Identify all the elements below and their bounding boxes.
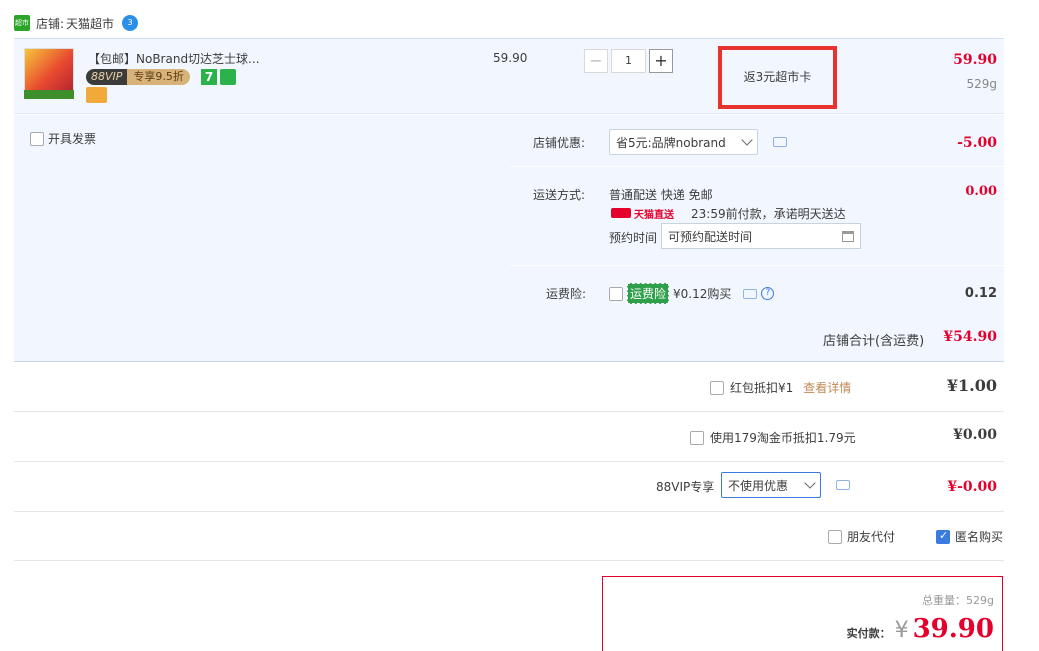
divider xyxy=(14,560,1004,561)
shipping-amount: 0.00 xyxy=(965,184,997,199)
guarantee-icon xyxy=(220,69,236,85)
vip-badge-left: 88VIP xyxy=(86,69,128,85)
vip88-select-value: 不使用优惠 xyxy=(728,478,789,493)
insurance-price: ¥0.12购买 xyxy=(673,287,732,301)
pay-label: 实付款： xyxy=(846,627,891,640)
store-total-label: 店铺合计(含运费) xyxy=(823,334,925,349)
store-total-amount: ¥54.90 xyxy=(943,329,997,345)
pay-amount: 39.90 xyxy=(912,614,994,644)
insurance-option[interactable]: 运费险 ¥0.12购买 ? xyxy=(609,283,775,304)
total-weight: 总重量：529g xyxy=(922,594,994,607)
divider xyxy=(510,265,1004,266)
calendar-icon[interactable] xyxy=(842,230,854,242)
message-icon[interactable] xyxy=(743,288,758,299)
taojinbi-label: 使用179淘金币抵扣1.79元 xyxy=(710,431,856,445)
redpacket-detail-link[interactable]: 查看详情 xyxy=(803,379,851,396)
anonymous-option[interactable]: 匿名购买 xyxy=(936,528,1003,545)
rebate-highlight: 返3元超市卡 xyxy=(718,46,837,109)
store-name[interactable]: 天猫超市 xyxy=(66,15,114,32)
unit-price: 59.90 xyxy=(493,51,528,65)
divider xyxy=(14,411,1004,412)
invoice-checkbox[interactable] xyxy=(30,131,44,146)
store-header: 超市 店铺: 天猫超市 3 xyxy=(14,13,139,33)
invoice-option[interactable]: 开具发票 xyxy=(30,130,96,147)
divider xyxy=(510,166,1004,167)
reserve-time-input[interactable]: 可预约配送时间 xyxy=(661,223,861,249)
shipping-label: 运送方式: xyxy=(533,188,586,202)
qty-minus-button[interactable]: − xyxy=(584,49,608,73)
vip-discount-badge: 88VIP 专享9.5折 xyxy=(86,69,190,85)
reserve-time-label: 预约时间 xyxy=(609,231,658,245)
help-icon[interactable]: ? xyxy=(761,287,775,300)
redpacket-label: 红包抵扣¥1 xyxy=(730,381,794,395)
chevron-down-icon xyxy=(741,134,753,146)
vip-badge-right: 专享9.5折 xyxy=(127,69,190,85)
wangwang-chat-icon[interactable]: 3 xyxy=(122,15,139,31)
shop-discount-select[interactable]: 省5元:品牌nobrand xyxy=(609,129,758,155)
quantity-stepper: − 1 + xyxy=(584,49,673,77)
anonymous-label: 匿名购买 xyxy=(955,530,1004,544)
shipping-method: 普通配送 快递 免邮 xyxy=(609,188,713,202)
tmall-direct-icon xyxy=(611,208,631,218)
qty-plus-button[interactable]: + xyxy=(649,49,673,73)
item-subtotal: 59.90 xyxy=(953,52,997,68)
thumbnail-promo-strip xyxy=(24,90,74,99)
insurance-label: 运费险: xyxy=(546,287,587,301)
taojinbi-amount: ¥0.00 xyxy=(953,427,997,443)
friend-pay-checkbox[interactable] xyxy=(828,529,842,544)
chevron-down-icon xyxy=(804,477,816,489)
currency-symbol: ¥ xyxy=(894,618,909,643)
shop-discount-label: 店铺优惠: xyxy=(533,136,586,150)
seven-day-return-icon: 7 xyxy=(201,69,217,85)
message-icon[interactable] xyxy=(836,480,850,490)
qty-input[interactable]: 1 xyxy=(611,49,646,73)
shop-discount-value: 省5元:品牌nobrand xyxy=(616,135,726,150)
shop-discount-amount: -5.00 xyxy=(957,135,997,151)
redpacket-option[interactable]: 红包抵扣¥1 查看详情 xyxy=(710,379,851,396)
redpacket-checkbox[interactable] xyxy=(710,380,724,395)
taojinbi-option[interactable]: 使用179淘金币抵扣1.79元 xyxy=(690,429,856,446)
invoice-label: 开具发票 xyxy=(48,132,97,146)
insurance-checkbox[interactable] xyxy=(609,286,623,301)
tmall-direct-badge: 天猫直送 xyxy=(611,207,674,221)
taojinbi-checkbox[interactable] xyxy=(690,430,704,445)
reserve-time-placeholder: 可预约配送时间 xyxy=(668,229,753,244)
insurance-amount: 0.12 xyxy=(964,286,997,301)
vip88-label: 88VIP专享 xyxy=(656,480,715,494)
insurance-badge: 运费险 xyxy=(627,283,670,304)
vip88-select[interactable]: 不使用优惠 xyxy=(721,472,821,498)
tmall-direct-label: 天猫直送 xyxy=(634,209,674,221)
product-title[interactable]: 【包邮】NoBrand切达芝士球... xyxy=(88,50,260,67)
friend-pay-option[interactable]: 朋友代付 xyxy=(828,528,895,545)
tmall-supermarket-logo-icon: 超市 xyxy=(14,15,30,31)
divider xyxy=(14,461,1004,462)
item-weight: 529g xyxy=(966,77,997,91)
card-payment-icon xyxy=(86,87,107,103)
redpacket-amount: ¥1.00 xyxy=(946,376,997,395)
message-icon[interactable] xyxy=(773,137,787,147)
delivery-promise: 23:59前付款，承诺明天送达 xyxy=(691,207,846,221)
pay-total: 实付款： ¥ 39.90 xyxy=(847,614,994,644)
divider xyxy=(14,511,1004,512)
friend-pay-label: 朋友代付 xyxy=(847,530,896,544)
vip88-amount: ¥-0.00 xyxy=(947,479,997,495)
store-label: 店铺: xyxy=(36,16,65,31)
anonymous-checkbox[interactable] xyxy=(936,529,950,544)
